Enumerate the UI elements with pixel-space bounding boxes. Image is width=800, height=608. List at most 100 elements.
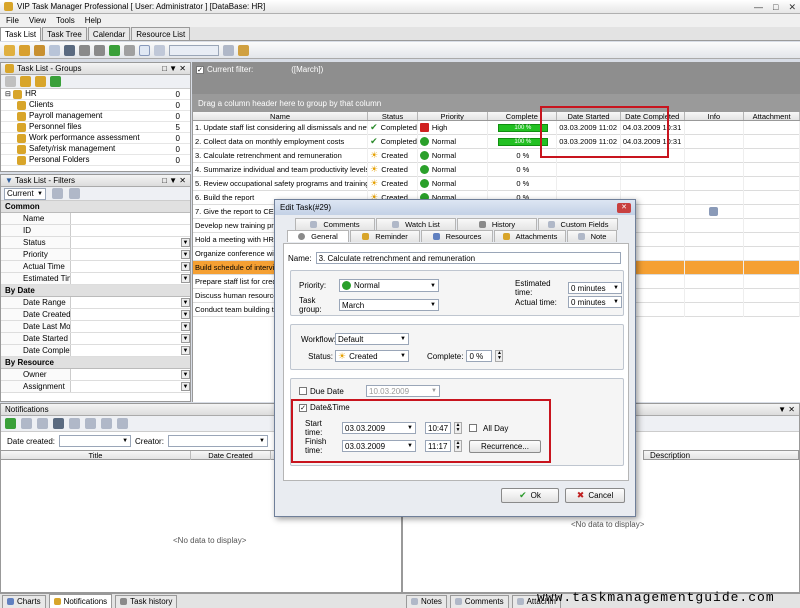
copy-icon[interactable]	[49, 44, 60, 56]
filter-row[interactable]: Actual Time ▼	[1, 261, 190, 273]
tab-resource-list[interactable]: Resource List	[131, 27, 191, 40]
filter-row-value[interactable]: ▼	[71, 381, 190, 392]
dtab-history[interactable]: History	[457, 218, 537, 230]
dtab-general[interactable]: General	[287, 230, 349, 242]
delete-task-icon[interactable]	[34, 44, 45, 56]
maximize-icon[interactable]: □	[773, 2, 778, 13]
filter-row[interactable]: ID	[1, 225, 190, 237]
group-root[interactable]: ⊟ HR 0	[1, 89, 190, 100]
dropdown-arrow-icon[interactable]: ▼	[181, 310, 190, 319]
filter-row-value[interactable]: ▼	[71, 237, 190, 248]
dtab-resources[interactable]: Resources	[421, 230, 493, 242]
tab-calendar[interactable]: Calendar	[87, 27, 131, 40]
dtab-note[interactable]: Note	[567, 230, 617, 242]
filter-section[interactable]: Common	[1, 201, 190, 213]
filter-row[interactable]: Estimated Time ▼	[1, 273, 190, 285]
export-icon[interactable]	[238, 44, 249, 56]
priority-select[interactable]: Normal ▼	[339, 279, 439, 292]
grid-column-header[interactable]: Status	[368, 112, 418, 120]
detail-pin-icon[interactable]: ▼ ✕	[778, 405, 795, 414]
filter-row-value[interactable]: ▼	[71, 309, 190, 320]
creator-select[interactable]: ▼	[167, 435, 268, 447]
filter-row[interactable]: Date Created ▼	[1, 309, 190, 321]
delete-group-icon[interactable]	[35, 76, 46, 87]
table-row[interactable]: 5. Review occupational safety programs a…	[193, 176, 800, 191]
filter-row[interactable]: Assignment ▼	[1, 381, 190, 393]
panel-pin-icon[interactable]: □ ▼ ✕	[162, 64, 186, 73]
filter-row-value[interactable]: ▼	[71, 261, 190, 272]
dtab-attachments[interactable]: Attachments	[494, 230, 566, 242]
table-row[interactable]: 4. Summarize individual and team product…	[193, 162, 800, 177]
filter-options-icon[interactable]	[69, 188, 80, 199]
notif-filter-icon[interactable]	[117, 418, 128, 429]
notif-edit-icon[interactable]	[37, 418, 48, 429]
ok-button[interactable]: ✔ Ok	[501, 488, 559, 503]
actual-select[interactable]: 0 minutes ▼	[568, 296, 622, 308]
table-row[interactable]: 2. Collect data on monthly employment co…	[193, 134, 800, 149]
finish-time-spinner[interactable]: ▲ ▼	[454, 440, 462, 452]
minimize-icon[interactable]: —	[754, 2, 763, 13]
expand-icon[interactable]	[139, 44, 150, 56]
menu-view[interactable]: View	[29, 16, 46, 25]
tab-comments[interactable]: Comments	[449, 594, 509, 608]
filter-row[interactable]: Date Started ▼	[1, 333, 190, 345]
filters-pin-icon[interactable]: □ ▼ ✕	[162, 176, 186, 185]
group-item[interactable]: Personnel files 5	[1, 122, 190, 133]
filter-row-value[interactable]: ▼	[71, 345, 190, 356]
notif-view-icon[interactable]	[53, 418, 64, 429]
toolbar-combo[interactable]	[169, 44, 219, 56]
filter-section[interactable]: By Date	[1, 285, 190, 297]
filter-row[interactable]: Date Completed ▼	[1, 345, 190, 357]
dropdown-arrow-icon[interactable]: ▼	[181, 346, 190, 355]
filter-row-value[interactable]: ▼	[71, 333, 190, 344]
filter-view-select[interactable]: Current ▼	[4, 187, 46, 200]
filter-row-value[interactable]: ▼	[71, 249, 190, 260]
filter-row-value[interactable]: ▼	[71, 321, 190, 332]
tab-notifications[interactable]: Notifications	[48, 594, 113, 608]
columns-icon[interactable]	[154, 44, 165, 56]
dropdown-arrow-icon[interactable]: ▼	[181, 250, 190, 259]
status-select[interactable]: ☀ Created ▼	[335, 350, 409, 362]
close-icon[interactable]: ✕	[788, 2, 796, 13]
datetime-checkbox[interactable]: ✓	[299, 403, 307, 412]
group-item[interactable]: Payroll management 0	[1, 111, 190, 122]
notif-mark-icon[interactable]	[101, 418, 112, 429]
tab-charts[interactable]: Charts	[2, 594, 46, 608]
add-group-icon[interactable]	[5, 76, 16, 87]
filter-row[interactable]: Owner ▼	[1, 369, 190, 381]
dropdown-arrow-icon[interactable]: ▼	[181, 238, 190, 247]
pin-icon[interactable]	[64, 44, 75, 56]
filter-row-value[interactable]: ▼	[71, 273, 190, 284]
detail-col-description[interactable]: Description	[650, 451, 690, 460]
filter-row-value[interactable]	[71, 225, 190, 236]
dtab-reminder[interactable]: Reminder	[350, 230, 420, 242]
workflow-select[interactable]: Default ▼	[335, 333, 409, 345]
tab-task-tree[interactable]: Task Tree	[42, 27, 87, 40]
start-date-select[interactable]: 03.03.2009 ▼	[342, 422, 416, 434]
filter-row-value[interactable]	[71, 213, 190, 224]
tab-notes[interactable]: Notes	[406, 594, 447, 608]
filter-save-icon[interactable]	[52, 188, 63, 199]
table-row[interactable]: 3. Calculate retrenchment and remunerati…	[193, 148, 800, 163]
complete-input[interactable]: 0 %	[466, 350, 493, 362]
filter-row[interactable]: Priority ▼	[1, 249, 190, 261]
filter-row[interactable]: Date Last Modifie ▼	[1, 321, 190, 333]
menu-file[interactable]: File	[6, 16, 19, 25]
dtab-custom-fields[interactable]: Custom Fields	[538, 218, 618, 230]
finish-time-input[interactable]: 11:17	[425, 440, 451, 452]
grid-column-header[interactable]: Name	[193, 112, 369, 120]
grid-column-header[interactable]: Priority	[418, 112, 488, 120]
notif-new-icon[interactable]	[21, 418, 32, 429]
group-item[interactable]: Safety/risk management 0	[1, 144, 190, 155]
dtab-watch-list[interactable]: Watch List	[376, 218, 456, 230]
estimated-select[interactable]: 0 minutes ▼	[568, 282, 622, 294]
tab-task-list[interactable]: Task List	[0, 26, 42, 41]
group-item[interactable]: Clients 0	[1, 100, 190, 111]
current-filter-checkbox[interactable]: ✓	[196, 65, 204, 74]
complete-spinner[interactable]: ▲ ▼	[495, 350, 504, 362]
table-row[interactable]: 1. Update staff list considering all dis…	[193, 120, 800, 135]
start-time-spinner[interactable]: ▲ ▼	[454, 422, 462, 434]
back-icon[interactable]	[124, 44, 135, 56]
finish-date-select[interactable]: 03.03.2009 ▼	[342, 440, 416, 452]
dropdown-arrow-icon[interactable]: ▼	[181, 382, 190, 391]
